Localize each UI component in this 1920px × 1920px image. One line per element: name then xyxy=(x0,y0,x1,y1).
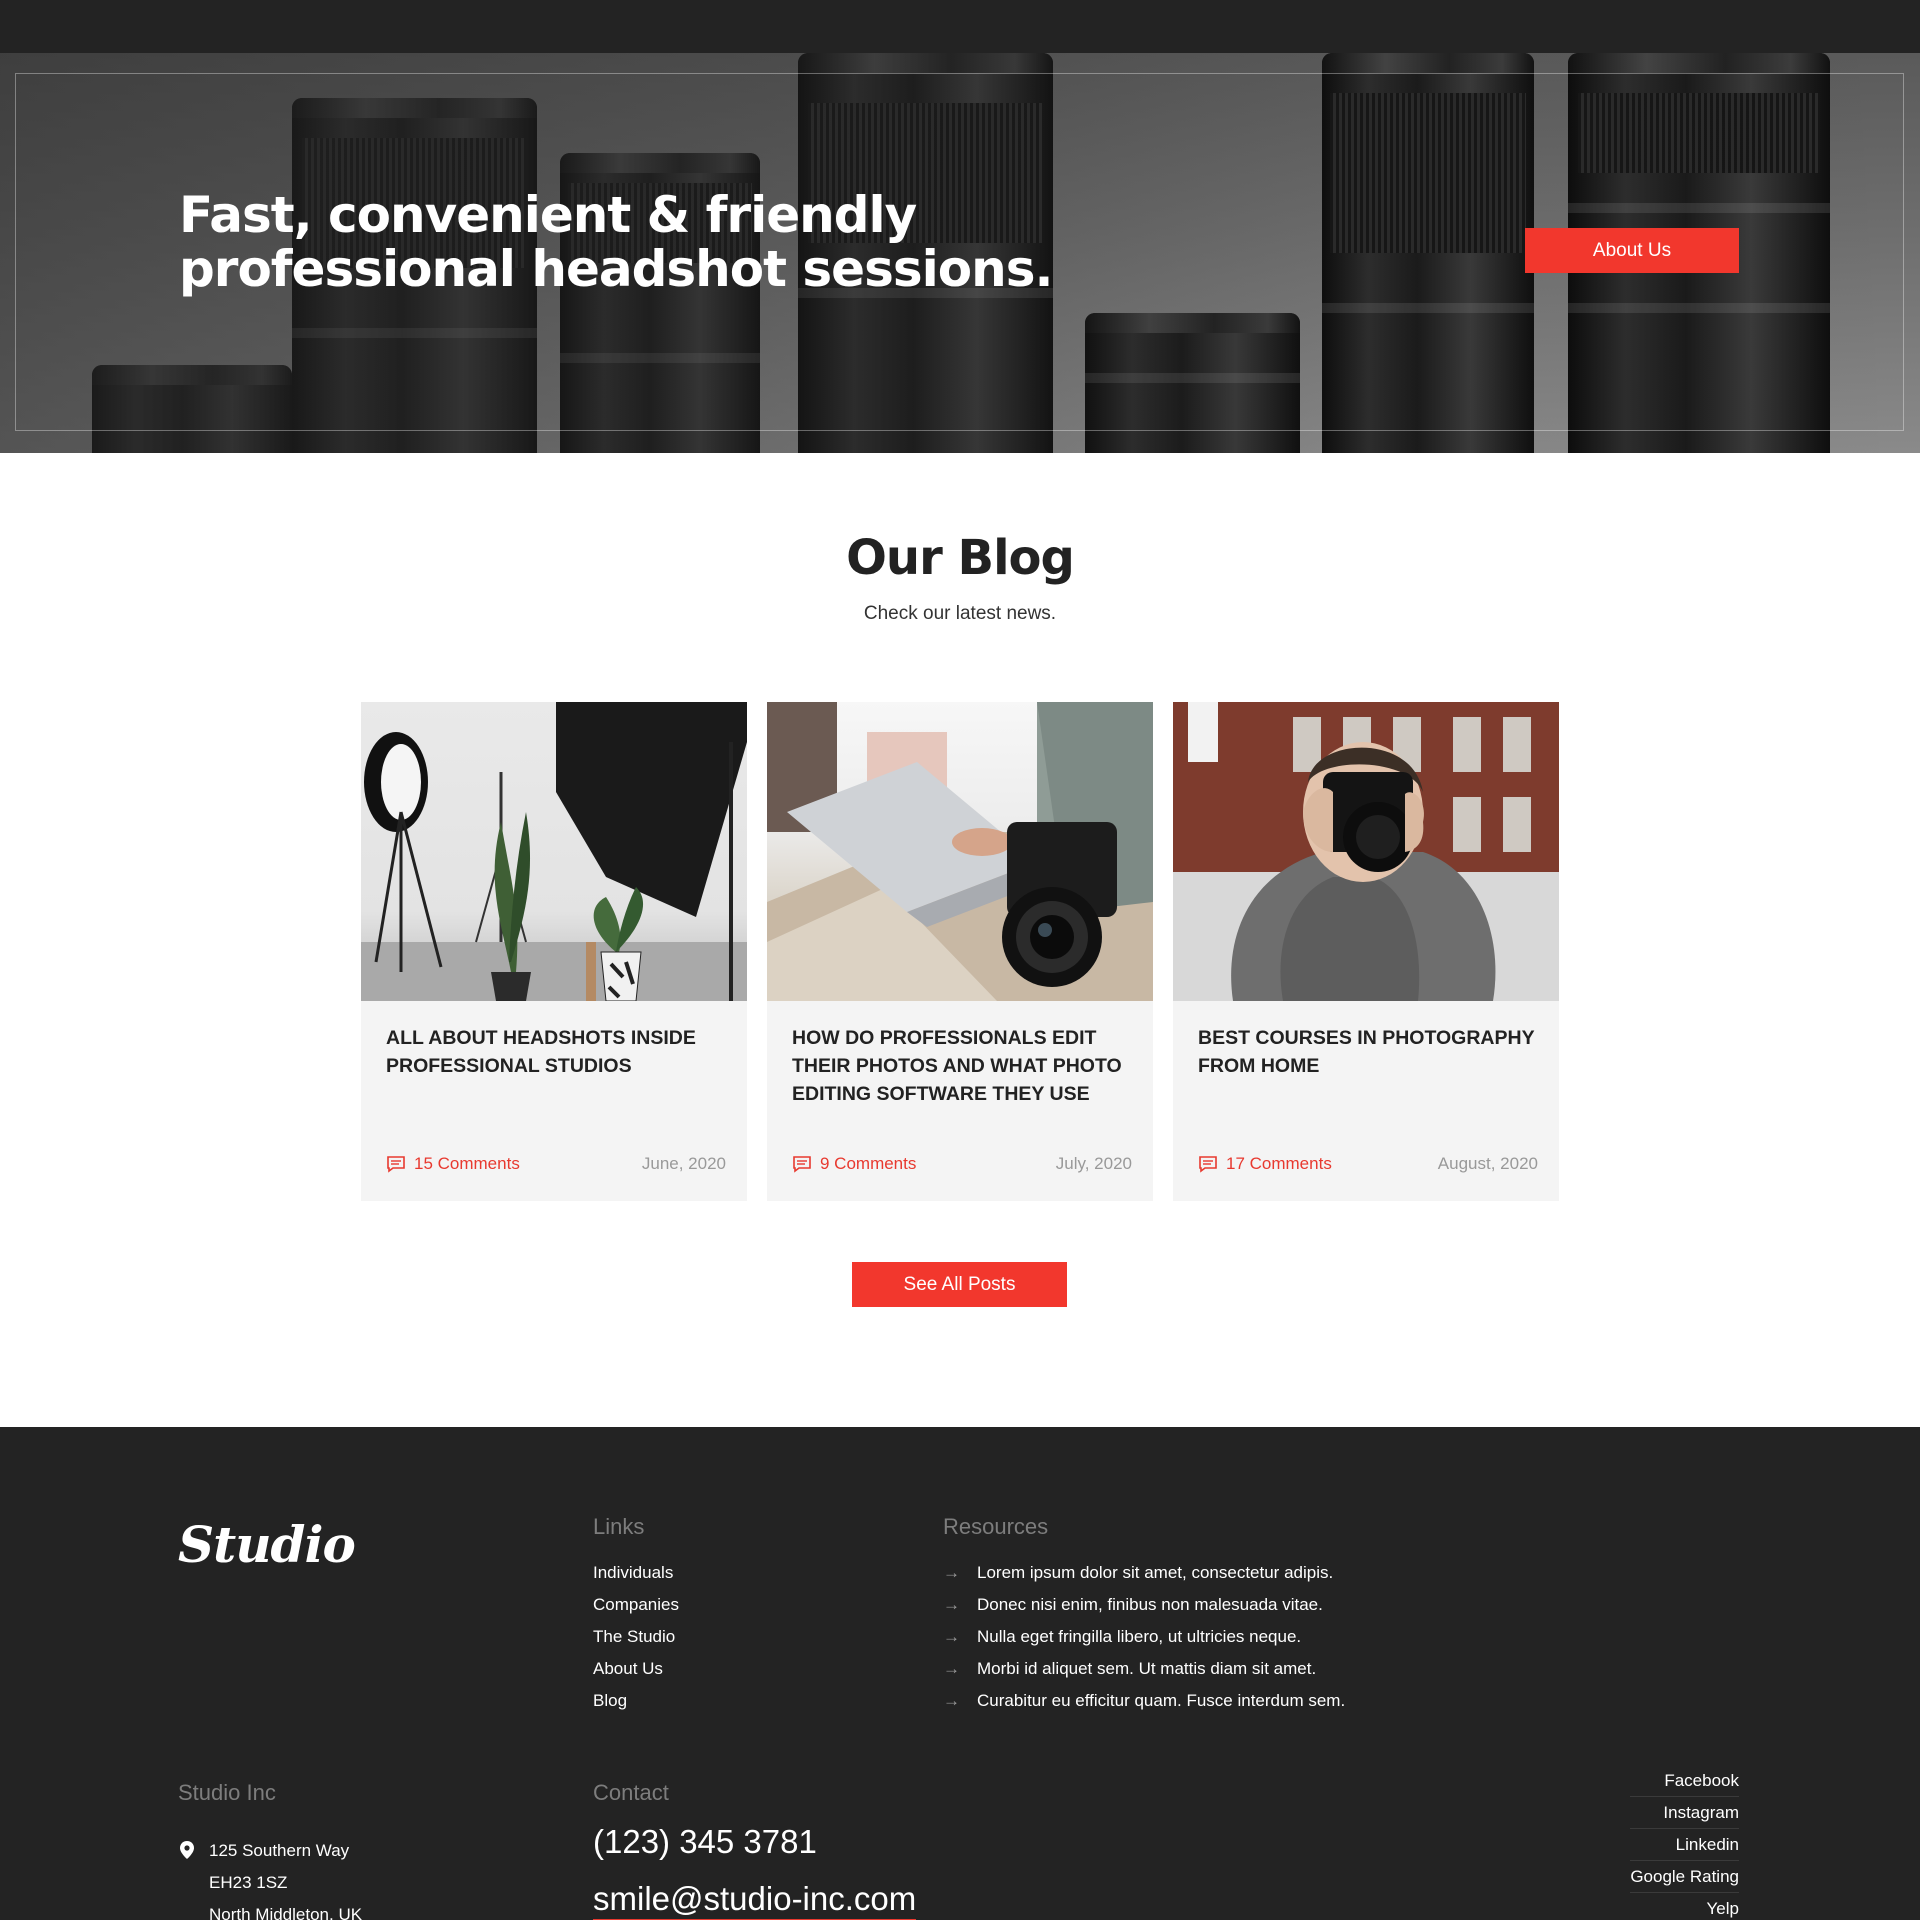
blog-card-date: June, 2020 xyxy=(641,1154,726,1173)
comment-icon xyxy=(793,1156,811,1173)
footer-logo[interactable]: Studio xyxy=(178,1515,356,1574)
comments-count: 9 Comments xyxy=(820,1154,917,1173)
blog-card-comments[interactable]: 15 Comments xyxy=(386,1154,520,1174)
footer-link-companies[interactable]: Companies xyxy=(593,1589,679,1621)
address-line: EH23 1SZ xyxy=(209,1873,288,1892)
footer-link-blog[interactable]: Blog xyxy=(593,1685,679,1717)
top-nav-bar xyxy=(0,0,1920,53)
resource-item[interactable]: → Donec nisi enim, finibus non malesuada … xyxy=(943,1589,1345,1621)
blog-card-date: July, 2020 xyxy=(1055,1154,1132,1173)
address-line: North Middleton, UK xyxy=(209,1905,363,1920)
links-heading: Links xyxy=(593,1514,645,1539)
resources-heading: Resources xyxy=(943,1514,1049,1539)
blog-subtitle: Check our latest news. xyxy=(863,603,1057,624)
site-footer: Studio Links Individuals Companies The S… xyxy=(0,1427,1920,1920)
blog-card-title[interactable]: BEST COURSES IN PHOTOGRAPHY FROM HOME xyxy=(1198,1024,1543,1080)
see-all-posts-button[interactable]: See All Posts xyxy=(852,1262,1067,1307)
social-link-linkedin[interactable]: Linkedin xyxy=(1630,1829,1739,1861)
arrow-right-icon: → xyxy=(943,1659,960,1678)
resource-item[interactable]: → Curabitur eu efficitur quam. Fusce inte… xyxy=(943,1685,1345,1717)
company-heading: Studio Inc xyxy=(178,1780,276,1805)
blog-card-comments[interactable]: 17 Comments xyxy=(1198,1154,1332,1174)
blog-card-image-photographer[interactable] xyxy=(1173,702,1559,1001)
comments-count: 15 Comments xyxy=(414,1154,520,1173)
arrow-right-icon: → xyxy=(943,1627,960,1646)
contact-heading: Contact xyxy=(593,1780,669,1805)
social-links-list: Facebook Instagram Linkedin Google Ratin… xyxy=(1630,1765,1739,1920)
address-line: 125 Southern Way xyxy=(178,1835,362,1867)
resources-list: → Lorem ipsum dolor sit amet, consectetur… xyxy=(943,1557,1345,1717)
comment-icon xyxy=(1199,1156,1217,1173)
about-us-button[interactable]: About Us xyxy=(1525,228,1739,273)
blog-title: Our Blog xyxy=(846,530,1075,586)
footer-link-the-studio[interactable]: The Studio xyxy=(593,1621,679,1653)
comment-icon xyxy=(387,1156,405,1173)
blog-card[interactable]: BEST COURSES IN PHOTOGRAPHY FROM HOME 17… xyxy=(1173,702,1559,1201)
resource-item[interactable]: → Morbi id aliquet sem. Ut mattis diam si… xyxy=(943,1653,1345,1685)
footer-links-list: Individuals Companies The Studio About U… xyxy=(593,1557,679,1717)
social-link-yelp[interactable]: Yelp xyxy=(1630,1893,1739,1920)
social-link-instagram[interactable]: Instagram xyxy=(1630,1797,1739,1829)
blog-card-image-studio[interactable] xyxy=(361,702,747,1001)
blog-card-title[interactable]: HOW DO PROFESSIONALS EDIT THEIR PHOTOS A… xyxy=(792,1024,1137,1108)
resource-item[interactable]: → Lorem ipsum dolor sit amet, consectetur… xyxy=(943,1557,1345,1589)
social-link-google-rating[interactable]: Google Rating xyxy=(1630,1861,1739,1893)
map-pin-icon xyxy=(180,1841,194,1859)
contact-phone[interactable]: (123) 345 3781 xyxy=(593,1823,817,1861)
hero-banner: Fast, convenient & friendly professional… xyxy=(0,53,1920,453)
blog-card[interactable]: HOW DO PROFESSIONALS EDIT THEIR PHOTOS A… xyxy=(767,702,1153,1201)
blog-card-date: August, 2020 xyxy=(1437,1154,1538,1173)
blog-card-image-laptop[interactable] xyxy=(767,702,1153,1001)
footer-link-about-us[interactable]: About Us xyxy=(593,1653,679,1685)
arrow-right-icon: → xyxy=(943,1563,960,1582)
company-address: 125 Southern Way EH23 1SZ North Middleto… xyxy=(178,1835,362,1920)
blog-card-title[interactable]: ALL ABOUT HEADSHOTS INSIDE PROFESSIONAL … xyxy=(386,1024,731,1080)
footer-link-individuals[interactable]: Individuals xyxy=(593,1557,679,1589)
contact-email[interactable]: smile@studio-inc.com xyxy=(593,1879,917,1920)
social-link-facebook[interactable]: Facebook xyxy=(1630,1765,1739,1797)
resource-item[interactable]: → Nulla eget fringilla libero, ut ultrici… xyxy=(943,1621,1345,1653)
comments-count: 17 Comments xyxy=(1226,1154,1332,1173)
blog-card[interactable]: ALL ABOUT HEADSHOTS INSIDE PROFESSIONAL … xyxy=(361,702,747,1201)
blog-card-comments[interactable]: 9 Comments xyxy=(792,1154,916,1174)
arrow-right-icon: → xyxy=(943,1691,960,1710)
arrow-right-icon: → xyxy=(943,1595,960,1614)
hero-headline: Fast, convenient & friendly professional… xyxy=(179,186,1053,298)
